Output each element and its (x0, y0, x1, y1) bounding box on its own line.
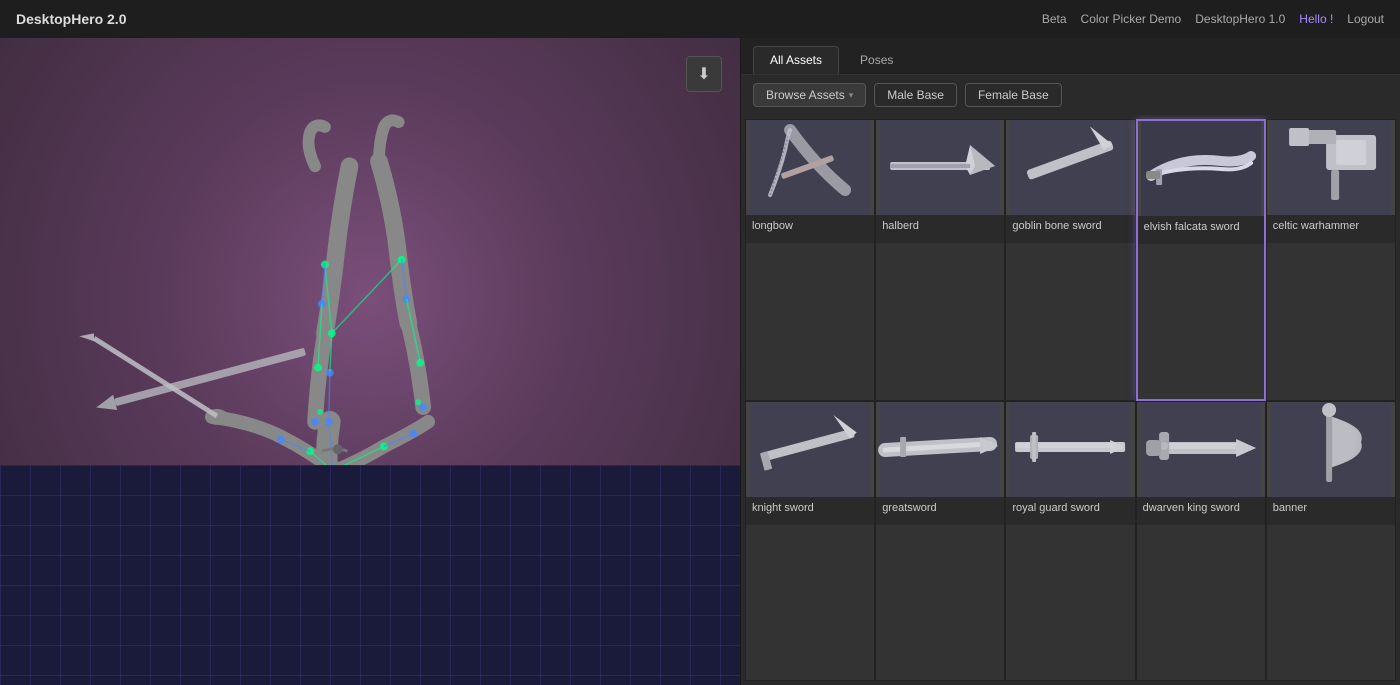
asset-thumb-knight-sword (746, 402, 874, 497)
asset-grid: longbow halberd (741, 115, 1400, 685)
asset-thumb-dwarven-king-sword (1137, 402, 1265, 497)
asset-label-celtic-warhammer: celtic warhammer (1267, 215, 1395, 243)
top-navigation: DesktopHero 2.0 Beta Color Picker Demo D… (0, 0, 1400, 38)
grid-floor (0, 485, 740, 685)
asset-item-banner[interactable]: banner (1266, 401, 1396, 681)
female-base-button[interactable]: Female Base (965, 83, 1062, 107)
asset-label-dwarven-king-sword: dwarven king sword (1137, 497, 1265, 525)
tab-bar: All Assets Poses (741, 38, 1400, 75)
asset-item-royal-guard-sword[interactable]: royal guard sword (1005, 401, 1135, 681)
asset-item-dwarven-king-sword[interactable]: dwarven king sword (1136, 401, 1266, 681)
color-picker-link[interactable]: Color Picker Demo (1081, 12, 1182, 26)
beta-label: Beta (1042, 12, 1067, 26)
asset-thumb-goblin-bone-sword (1006, 120, 1134, 215)
male-base-button[interactable]: Male Base (874, 83, 957, 107)
app-title: DesktopHero 2.0 (16, 11, 126, 27)
asset-thumb-royal-guard-sword (1006, 402, 1134, 497)
filter-bar: Browse Assets ▾ Male Base Female Base (741, 75, 1400, 115)
3d-viewport: ⬇ (0, 38, 740, 685)
asset-item-elvish-falcata-sword[interactable]: elvish falcata sword (1136, 119, 1266, 401)
asset-thumb-greatsword (876, 402, 1004, 497)
asset-item-halberd[interactable]: halberd (875, 119, 1005, 401)
asset-item-longbow[interactable]: longbow (745, 119, 875, 401)
asset-thumb-halberd (876, 120, 1004, 215)
asset-panel: All Assets Poses Browse Assets ▾ Male Ba… (740, 38, 1400, 685)
browse-assets-button[interactable]: Browse Assets ▾ (753, 83, 866, 107)
asset-thumb-elvish-falcata-sword (1138, 121, 1264, 216)
asset-item-celtic-warhammer[interactable]: celtic warhammer (1266, 119, 1396, 401)
asset-label-elvish-falcata-sword: elvish falcata sword (1138, 216, 1264, 244)
asset-thumb-celtic-warhammer (1267, 120, 1395, 215)
asset-item-goblin-bone-sword[interactable]: goblin bone sword (1005, 119, 1135, 401)
asset-thumb-banner (1267, 402, 1395, 497)
asset-item-greatsword[interactable]: greatsword (875, 401, 1005, 681)
desktophero1-link[interactable]: DesktopHero 1.0 (1195, 12, 1285, 26)
tab-all-assets[interactable]: All Assets (753, 46, 839, 74)
dropdown-arrow-icon: ▾ (849, 90, 854, 101)
figure-svg (70, 68, 570, 638)
asset-label-knight-sword: knight sword (746, 497, 874, 525)
asset-label-halberd: halberd (876, 215, 1004, 243)
asset-label-greatsword: greatsword (876, 497, 1004, 525)
download-button[interactable]: ⬇ (686, 56, 722, 92)
main-content: ⬇ (0, 38, 1400, 685)
asset-label-banner: banner (1267, 497, 1395, 525)
nav-links: Beta Color Picker Demo DesktopHero 1.0 H… (1042, 12, 1384, 26)
logout-link[interactable]: Logout (1347, 12, 1384, 26)
asset-item-knight-sword[interactable]: knight sword (745, 401, 875, 681)
hello-label: Hello ! (1299, 12, 1333, 26)
asset-thumb-longbow (746, 120, 874, 215)
asset-label-longbow: longbow (746, 215, 874, 243)
asset-label-royal-guard-sword: royal guard sword (1006, 497, 1134, 525)
asset-label-goblin-bone-sword: goblin bone sword (1006, 215, 1134, 243)
browse-assets-label: Browse Assets (766, 88, 845, 102)
figure-container (70, 68, 570, 638)
download-icon: ⬇ (697, 64, 710, 84)
tab-poses[interactable]: Poses (843, 46, 910, 74)
